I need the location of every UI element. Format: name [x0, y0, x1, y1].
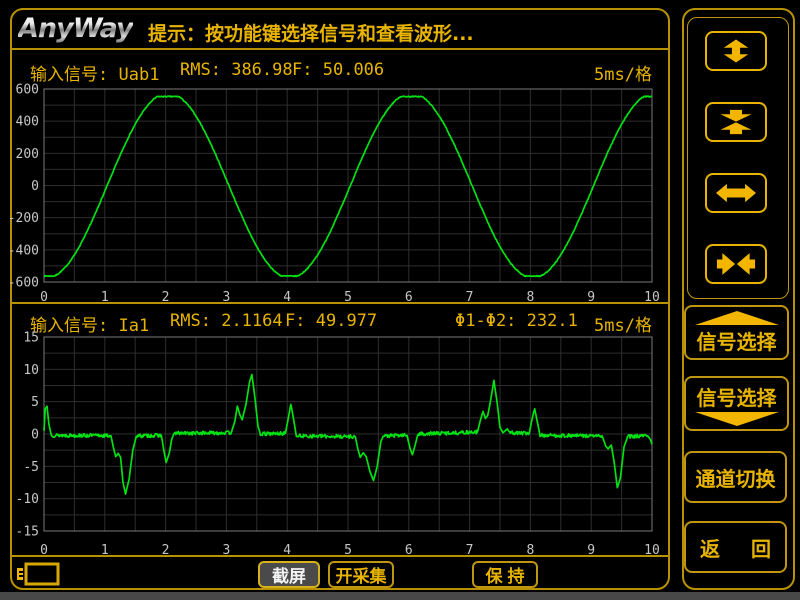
- current-waveform-chart: 151050-5-10-15012345678910: [12, 306, 668, 557]
- bottom-gray-strip: [0, 592, 800, 600]
- voltage-waveform-panel: 输入信号: Uab1 RMS: 386.98 F: 50.006 5ms/格 6…: [12, 52, 668, 304]
- svg-text:200: 200: [16, 147, 39, 162]
- title-bar: AnyWay 提示：按功能键选择信号和查看波形...: [12, 10, 668, 50]
- right-button-column: 信号选择 信号选择 通道切换 返 回: [682, 8, 795, 590]
- svg-text:-400: -400: [8, 243, 39, 258]
- compress-vertical-icon: [717, 108, 755, 136]
- expand-horizontal-button[interactable]: [705, 173, 767, 213]
- current-waveform-panel: 输入信号: Ia1 RMS: 2.1164 F: 49.977 Φ1-Φ2: 2…: [12, 306, 668, 557]
- signal-select-down-button[interactable]: 信号选择: [684, 376, 789, 431]
- screenshot-button[interactable]: 截屏: [258, 561, 320, 588]
- svg-text:10: 10: [644, 543, 660, 558]
- return-button[interactable]: 返 回: [684, 521, 787, 573]
- svg-text:10: 10: [23, 363, 39, 378]
- svg-text:600: 600: [16, 83, 39, 98]
- svg-text:3: 3: [222, 543, 230, 558]
- expand-vertical-icon: [718, 37, 754, 65]
- svg-text:7: 7: [466, 290, 474, 305]
- anyway-logo: AnyWay: [18, 13, 133, 44]
- svg-text:9: 9: [587, 290, 595, 305]
- svg-text:8: 8: [526, 543, 534, 558]
- hint-text: 提示：按功能键选择信号和查看波形...: [148, 19, 474, 46]
- svg-text:-5: -5: [23, 460, 39, 475]
- svg-text:0: 0: [31, 428, 39, 443]
- svg-text:8: 8: [526, 290, 534, 305]
- svg-text:400: 400: [16, 115, 39, 130]
- channel-switch-button[interactable]: 通道切换: [684, 451, 787, 503]
- svg-text:-10: -10: [16, 492, 39, 507]
- triangle-down-icon: [695, 412, 779, 426]
- svg-text:-600: -600: [8, 276, 39, 291]
- start-acquire-button[interactable]: 开采集: [328, 561, 394, 588]
- svg-text:9: 9: [587, 543, 595, 558]
- svg-text:5: 5: [344, 290, 352, 305]
- bottom-action-bar: 截屏 开采集 保持: [12, 559, 668, 588]
- compress-vertical-button[interactable]: [705, 102, 767, 142]
- svg-text:0: 0: [40, 290, 48, 305]
- svg-text:4: 4: [283, 290, 291, 305]
- svg-text:2: 2: [162, 290, 170, 305]
- svg-text:3: 3: [222, 290, 230, 305]
- expand-horizontal-icon: [716, 180, 756, 206]
- svg-text:10: 10: [644, 290, 660, 305]
- battery-icon: [16, 562, 62, 586]
- svg-text:15: 15: [23, 331, 39, 346]
- svg-text:7: 7: [466, 543, 474, 558]
- svg-text:-200: -200: [8, 211, 39, 226]
- zoom-button-group: [687, 17, 789, 299]
- signal-select-up-button[interactable]: 信号选择: [684, 305, 789, 360]
- svg-text:5: 5: [31, 395, 39, 410]
- svg-text:5: 5: [344, 543, 352, 558]
- hold-button[interactable]: 保持: [472, 561, 538, 588]
- svg-text:6: 6: [405, 543, 413, 558]
- compress-horizontal-icon: [716, 251, 756, 277]
- compress-horizontal-button[interactable]: [705, 244, 767, 284]
- expand-vertical-button[interactable]: [705, 31, 767, 71]
- svg-text:6: 6: [405, 290, 413, 305]
- svg-text:0: 0: [40, 543, 48, 558]
- svg-text:4: 4: [283, 543, 291, 558]
- triangle-up-icon: [695, 311, 779, 325]
- svg-text:1: 1: [101, 543, 109, 558]
- svg-text:-15: -15: [16, 525, 39, 540]
- svg-text:1: 1: [101, 290, 109, 305]
- main-display-frame: AnyWay 提示：按功能键选择信号和查看波形... 输入信号: Uab1 RM…: [10, 8, 670, 590]
- voltage-waveform-chart: 6004002000-200-400-600012345678910: [12, 52, 668, 306]
- svg-text:2: 2: [162, 543, 170, 558]
- svg-text:0: 0: [31, 179, 39, 194]
